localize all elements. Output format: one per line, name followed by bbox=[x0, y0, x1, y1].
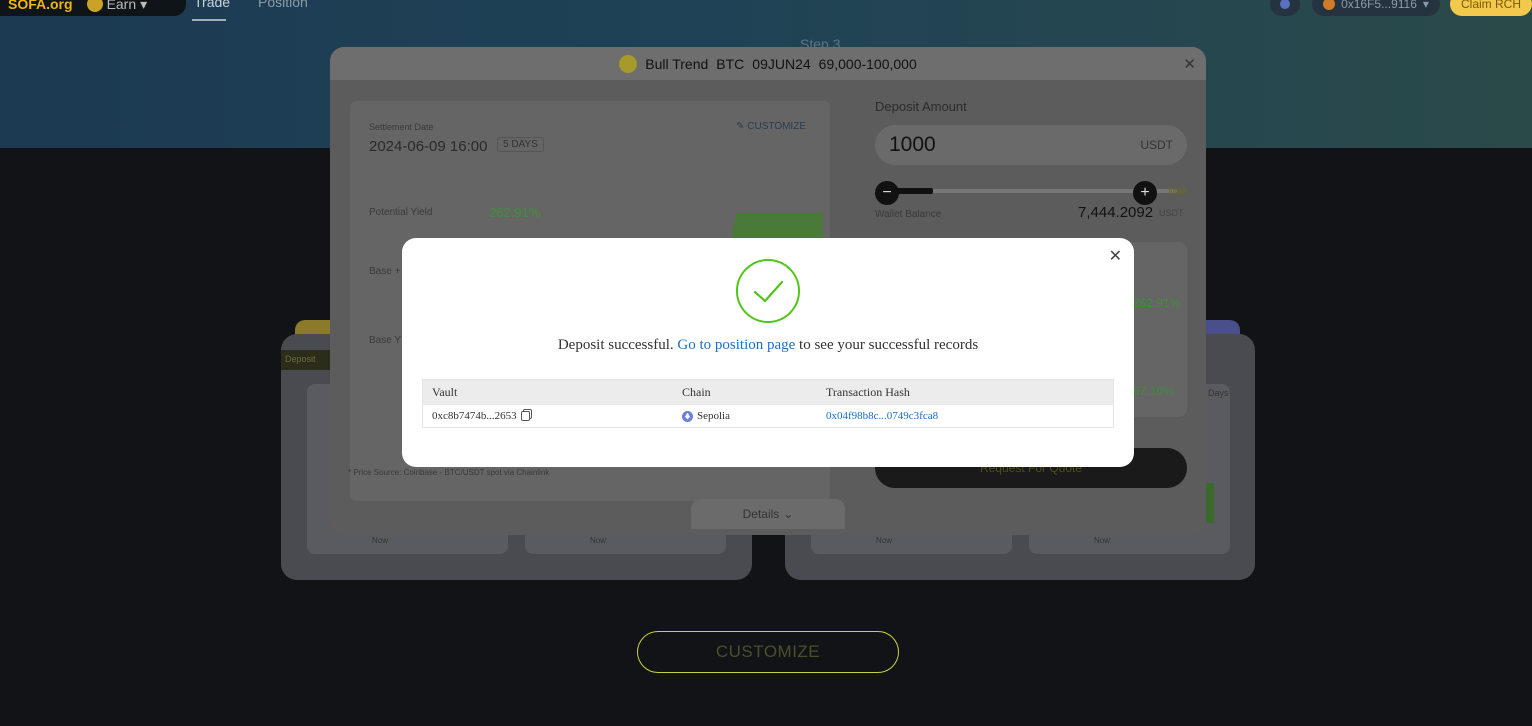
product-title: Bull Trend bbox=[645, 55, 709, 72]
card-axis-label: Now bbox=[876, 536, 893, 545]
max-button[interactable]: Max bbox=[1168, 186, 1187, 197]
customize-button[interactable]: CUSTOMIZE bbox=[637, 631, 899, 673]
copy-icon[interactable] bbox=[520, 411, 530, 422]
amount-slider[interactable]: − + Max bbox=[875, 181, 1187, 205]
position-page-link[interactable]: Go to position page bbox=[677, 337, 795, 353]
tab-underline bbox=[192, 19, 226, 21]
chevron-down-icon: ⌄ bbox=[783, 507, 794, 521]
details-toggle[interactable]: Details ⌄ bbox=[691, 499, 845, 529]
card-axis-label: Now bbox=[372, 536, 389, 545]
potential-yield-label: Potential Yield bbox=[369, 207, 433, 218]
chain-cell: Sepolia bbox=[682, 410, 826, 422]
product-asset: BTC bbox=[716, 55, 745, 72]
close-icon[interactable]: ✕ bbox=[1183, 55, 1196, 73]
pencil-icon: ✎ bbox=[736, 121, 748, 132]
wallet-balance-unit: USDT bbox=[1159, 208, 1184, 218]
column-header-hash: Transaction Hash bbox=[826, 385, 910, 399]
price-source-note: * Price Source: Coinbase - BTC/USDT spot… bbox=[348, 468, 550, 477]
tab-position[interactable]: Position bbox=[258, 0, 308, 10]
wallet-balance-value: 7,444.2092 bbox=[1078, 204, 1154, 221]
deposit-amount-value: 1000 bbox=[889, 133, 936, 156]
card-side-label: Days bbox=[1208, 388, 1229, 398]
earn-menu[interactable]: Earn ▾ bbox=[86, 0, 148, 13]
chevron-down-icon: ▾ bbox=[140, 0, 148, 12]
deposit-amount-label: Deposit Amount bbox=[875, 99, 967, 114]
chain-name: Sepolia bbox=[697, 410, 730, 422]
right-yield-2: 67.10% bbox=[1133, 384, 1174, 398]
product-range: 69,000-100,000 bbox=[818, 55, 917, 72]
wallet-address: 0x16F5...9116 bbox=[1341, 0, 1417, 11]
success-check-icon bbox=[736, 259, 800, 323]
base-yield-label: Base Y bbox=[369, 335, 402, 346]
ethereum-icon bbox=[682, 410, 693, 422]
ethereum-icon bbox=[1280, 0, 1290, 9]
table-header: Vault Chain Transaction Hash bbox=[423, 380, 1113, 405]
nav-logo-bar: SOFA.org Earn ▾ bbox=[0, 0, 186, 16]
tab-trade[interactable]: Trade bbox=[194, 0, 230, 10]
days-badge: 5 DAYS bbox=[497, 137, 544, 152]
product-expiry: 09JUN24 bbox=[752, 55, 811, 72]
customize-link[interactable]: ✎ CUSTOMIZE bbox=[736, 121, 806, 132]
deposit-unit: USDT bbox=[1140, 138, 1173, 152]
deposit-success-dialog: ✕ Deposit successful. Go to position pag… bbox=[402, 238, 1134, 467]
coin-icon bbox=[86, 0, 103, 12]
wallet-balance-label: Wallet Balance bbox=[875, 209, 942, 220]
card-axis-label: Now bbox=[1094, 536, 1111, 545]
success-message-suffix: to see your successful records bbox=[799, 337, 979, 353]
table-row: 0xc8b7474b...2653 Sepolia 0x04f98b8c...0… bbox=[423, 405, 1113, 427]
settlement-label: Settlement Date bbox=[369, 122, 434, 132]
right-yield-1: 262.91% bbox=[1133, 296, 1181, 310]
success-message: Deposit successful. Go to position page … bbox=[402, 337, 1134, 354]
base-plus-label: Base + bbox=[369, 266, 401, 277]
claim-rch-button[interactable]: Claim RCH bbox=[1450, 0, 1532, 16]
close-icon[interactable]: ✕ bbox=[1109, 246, 1122, 266]
vault-cell: 0xc8b7474b...2653 bbox=[423, 410, 682, 422]
green-side-edge bbox=[1206, 483, 1214, 523]
wallet-avatar bbox=[1323, 0, 1336, 10]
potential-yield-value: 262.91% bbox=[489, 205, 541, 220]
chevron-down-icon: ▾ bbox=[1422, 0, 1429, 11]
card-axis-label: Now bbox=[590, 536, 607, 545]
column-header-vault: Vault bbox=[432, 385, 458, 399]
product-modal-header: Bull Trend BTC 09JUN24 69,000-100,000 bbox=[330, 47, 1206, 80]
deposit-tag: Deposit bbox=[281, 350, 331, 370]
success-message-prefix: Deposit successful. bbox=[557, 337, 674, 353]
settlement-date: 2024-06-09 16:00 bbox=[369, 138, 488, 155]
deposit-amount-input[interactable]: 1000 USDT bbox=[875, 125, 1187, 165]
customize-link-label: CUSTOMIZE bbox=[747, 121, 806, 132]
wallet-button[interactable]: 0x16F5...9116 ▾ bbox=[1312, 0, 1440, 16]
earn-label: Earn bbox=[106, 0, 137, 12]
details-label: Details bbox=[742, 507, 780, 521]
plus-icon[interactable]: + bbox=[1133, 181, 1157, 205]
product-icon bbox=[619, 54, 638, 73]
transaction-hash-link[interactable]: 0x04f98b8c...0749c3fca8 bbox=[826, 410, 1113, 422]
minus-icon[interactable]: − bbox=[875, 181, 899, 205]
records-table: Vault Chain Transaction Hash 0xc8b7474b.… bbox=[422, 379, 1114, 428]
vault-address: 0xc8b7474b...2653 bbox=[432, 410, 517, 422]
brand-logo[interactable]: SOFA.org bbox=[8, 0, 73, 12]
column-header-chain: Chain bbox=[682, 385, 711, 399]
